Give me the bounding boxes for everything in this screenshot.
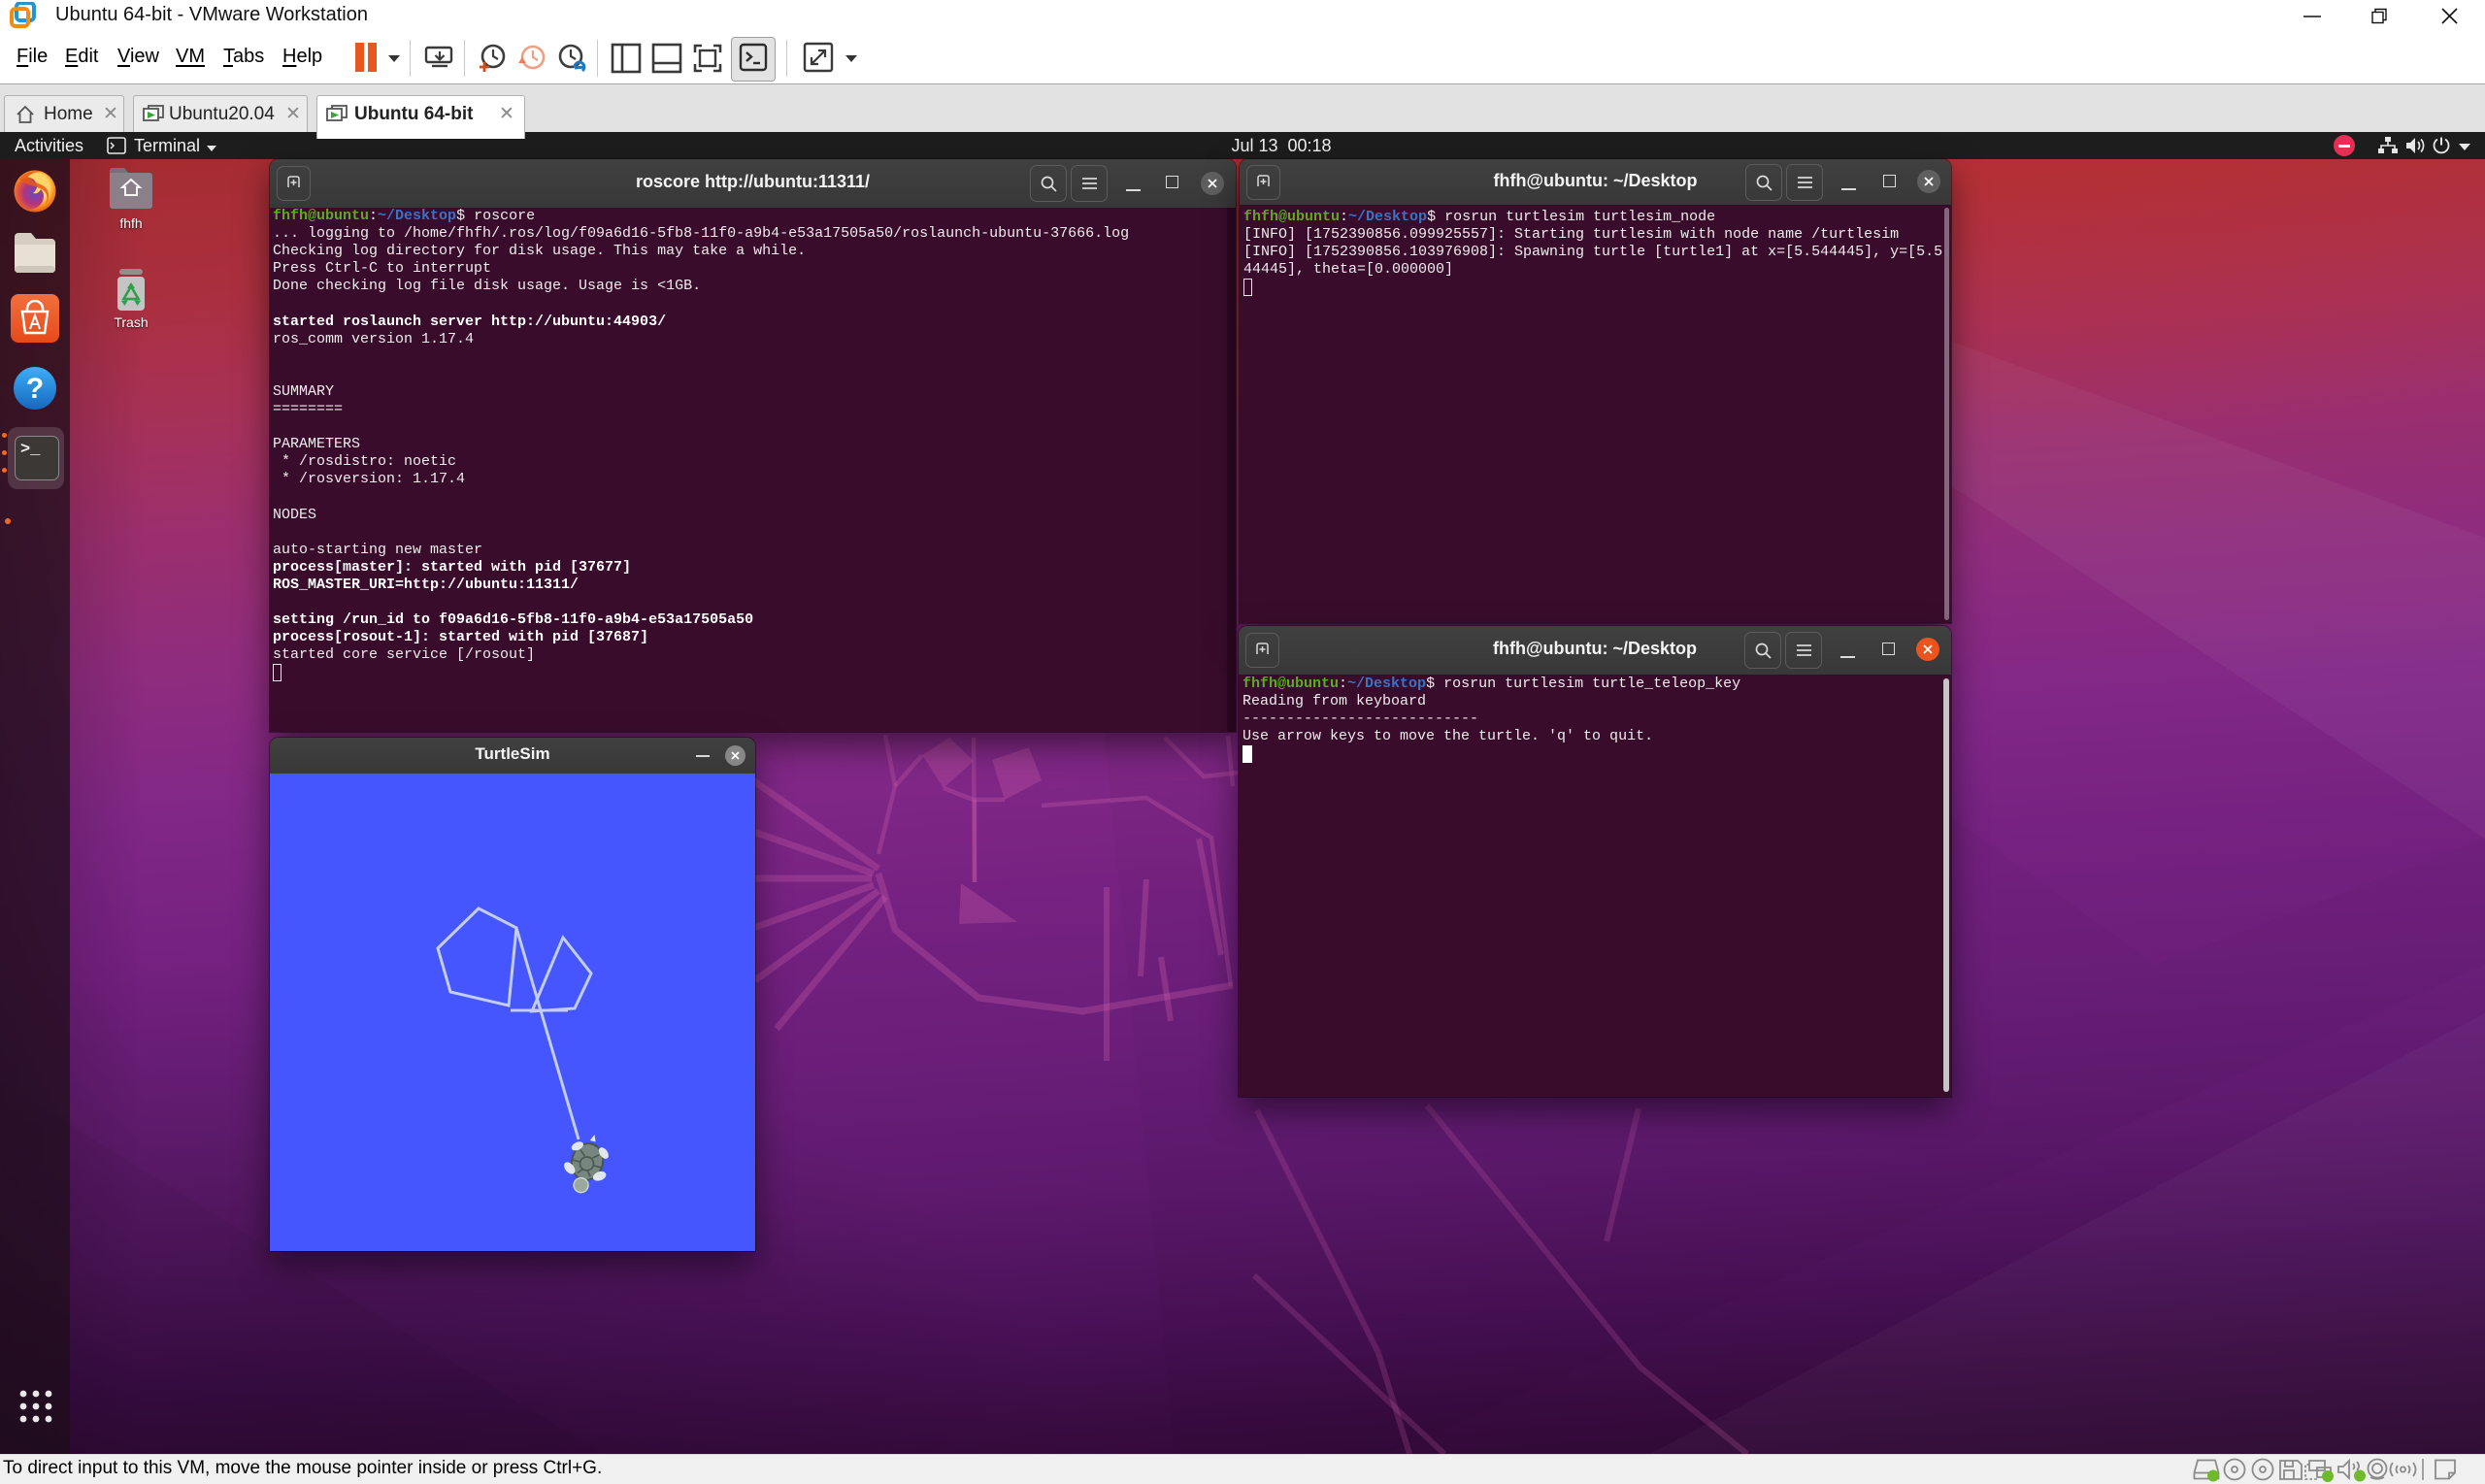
svg-text:?: ? (26, 373, 44, 405)
